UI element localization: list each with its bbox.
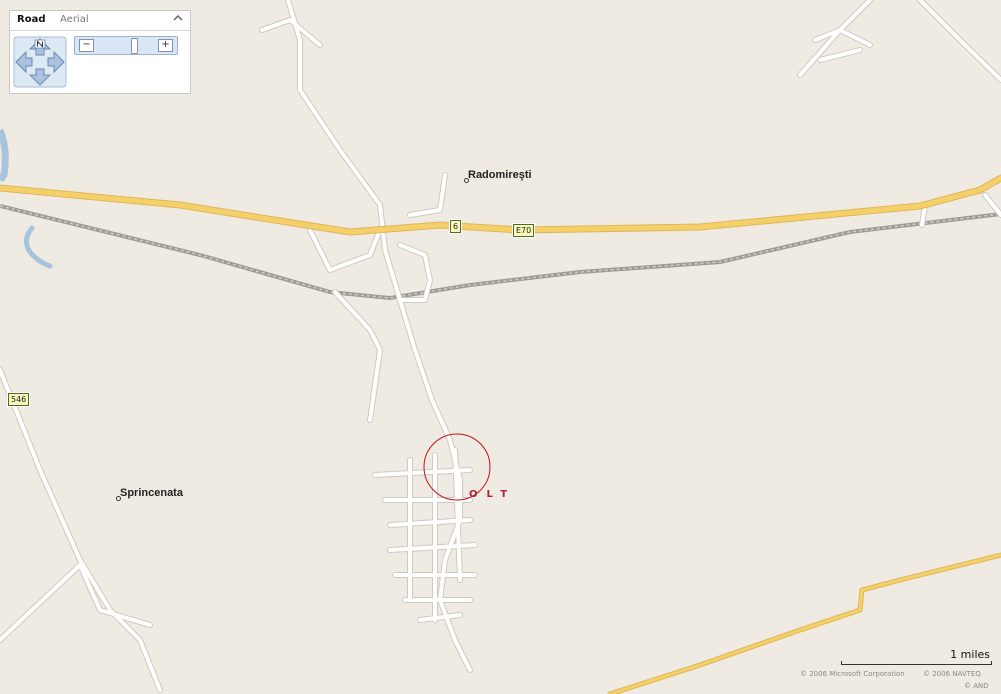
copyright-and: © AND [964,682,989,690]
county-label: OLT [469,489,517,500]
place-label-sprincenata[interactable]: Sprincenata [120,487,183,499]
road-shield-e70: E70 [513,224,535,237]
map-navigation-control: Road Aerial − + [9,10,191,94]
scale-label: 1 miles [950,648,990,661]
zoom-slider-thumb[interactable] [131,38,138,54]
tab-aerial[interactable]: Aerial [60,14,89,25]
pan-arrows-icon[interactable] [13,36,67,88]
chevron-up-icon[interactable] [172,12,184,27]
place-label-radomiresti[interactable]: Radomireşti [468,169,532,181]
copyright-navteq: © 2006 NAVTEQ [923,670,981,678]
tab-road[interactable]: Road [17,14,45,25]
road-shield-6: 6 [450,220,462,233]
copyright-microsoft: © 2006 Microsoft Corporation [800,670,905,678]
scale-bar [841,661,992,665]
zoom-out-button[interactable]: − [79,39,94,52]
map-style-tabs: Road Aerial [10,11,190,31]
road-shield-546: 546 [8,393,30,406]
zoom-slider[interactable]: − + [74,36,178,55]
map-canvas[interactable] [0,0,1001,694]
zoom-in-button[interactable]: + [158,39,173,52]
